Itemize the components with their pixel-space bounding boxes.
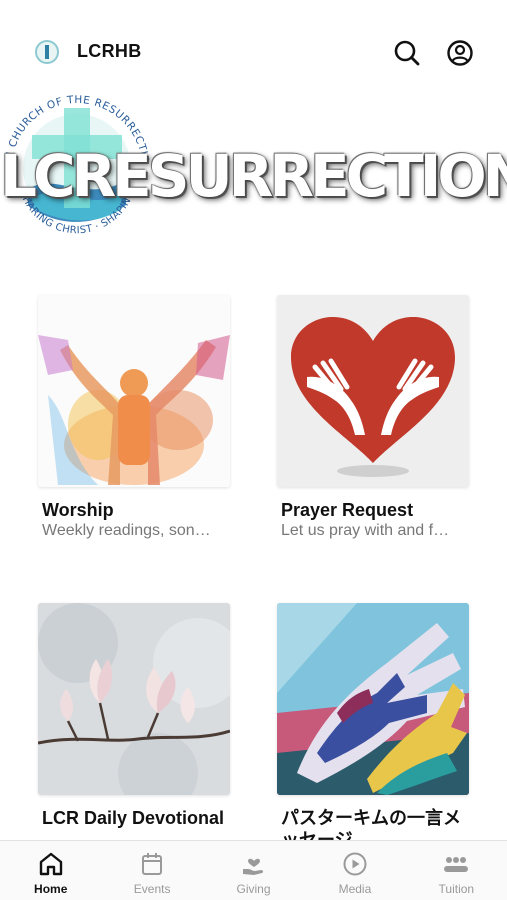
card-title: LCR Daily Devotional — [42, 808, 225, 828]
tab-label: Media — [338, 882, 372, 896]
card-worship[interactable]: Worship Weekly readings, son… — [38, 295, 230, 540]
hands-art-image — [277, 603, 469, 795]
tab-label: Tuition — [438, 882, 475, 896]
tab-home[interactable]: Home — [0, 841, 101, 900]
app-header: LCRHB — [0, 0, 507, 80]
tab-giving[interactable]: Giving — [203, 841, 304, 900]
card-subtitle: Let us pray with and f… — [281, 522, 450, 539]
profile-button[interactable] — [445, 38, 475, 68]
card-title: Worship — [42, 500, 114, 520]
calendar-icon — [142, 853, 163, 875]
card-pastor-message[interactable]: パスターキムの一言メッセージ — [277, 603, 469, 851]
home-icon — [39, 852, 62, 876]
banner-headline: LCRESURRECTION — [0, 142, 507, 210]
app-title: LCRHB — [77, 41, 142, 61]
tab-label: Home — [34, 882, 68, 896]
church-logo-icon — [35, 40, 59, 64]
tab-label: Giving — [236, 882, 271, 896]
group-icon — [444, 857, 469, 872]
bottom-tab-bar: Home Events Giving Media Tuition — [0, 840, 507, 900]
card-prayer-request[interactable]: Prayer Request Let us pray with and f… — [277, 295, 469, 540]
search-icon — [394, 40, 420, 66]
tab-media[interactable]: Media — [304, 841, 405, 900]
giving-hand-icon — [242, 858, 263, 875]
card-subtitle: Weekly readings, son… — [42, 522, 211, 539]
worship-image — [38, 295, 230, 487]
tab-label: Events — [133, 882, 171, 896]
church-banner: AN CHURCH OF THE RESURRECTION SHARING CH… — [0, 70, 507, 270]
tab-tuition[interactable]: Tuition — [406, 841, 507, 900]
tab-events[interactable]: Events — [101, 841, 202, 900]
card-title: Prayer Request — [281, 500, 414, 520]
play-circle-icon — [343, 852, 367, 876]
user-circle-icon — [447, 40, 473, 66]
magnolia-image — [38, 603, 230, 795]
card-daily-devotional[interactable]: LCR Daily Devotional — [38, 603, 230, 829]
search-button[interactable] — [392, 38, 422, 68]
prayer-heart-image — [277, 295, 469, 487]
